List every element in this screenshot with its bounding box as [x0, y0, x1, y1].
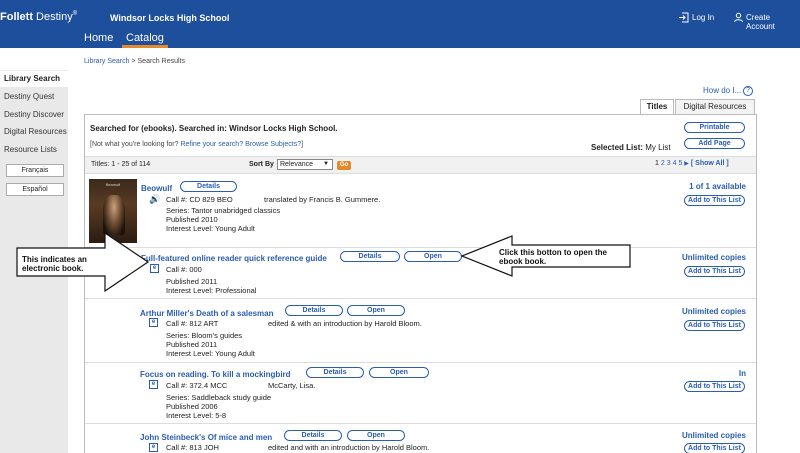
right-annotation-text: Click this botton to open the ebook book… [499, 248, 607, 266]
annotation-arrows [16, 231, 631, 293]
left-annotation-text: This indicates an electronic book. [22, 255, 87, 273]
